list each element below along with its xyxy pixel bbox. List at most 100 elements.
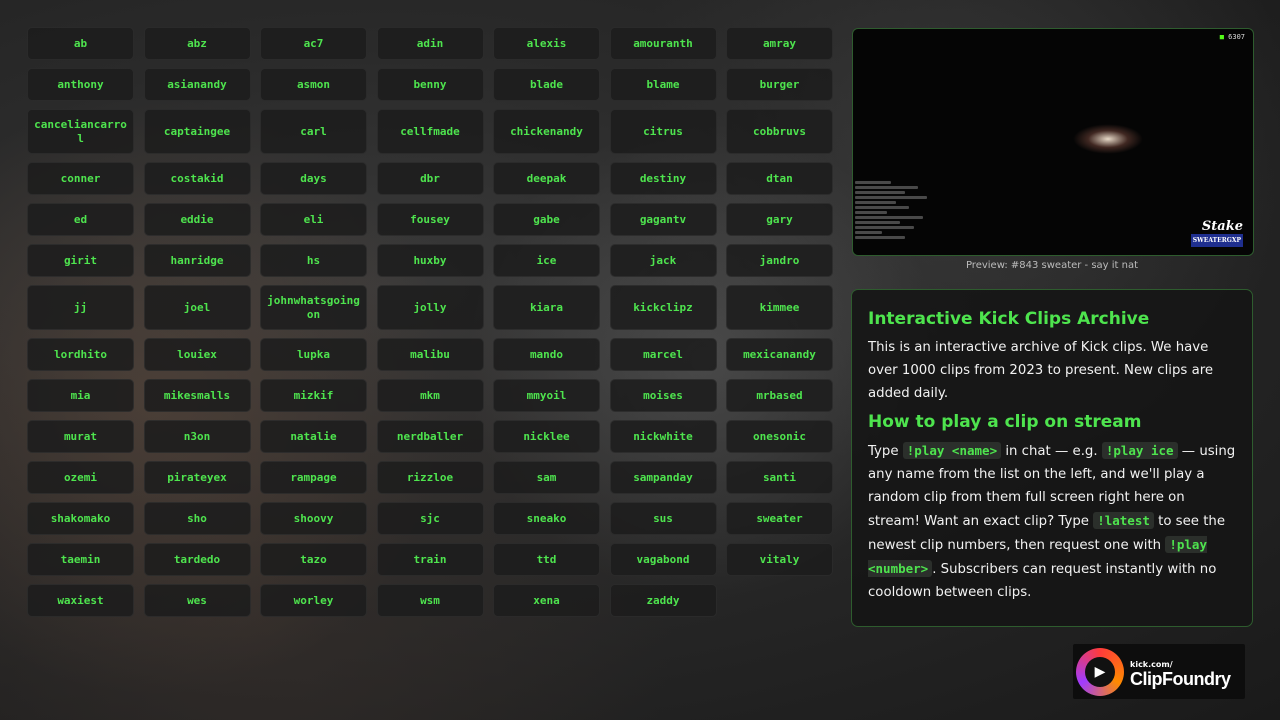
clip-name-button[interactable]: xena <box>493 584 600 617</box>
clip-name-button[interactable]: tardedo <box>143 543 251 576</box>
clip-name-button[interactable]: jj <box>27 285 134 330</box>
clip-name-button[interactable]: sus <box>609 502 717 535</box>
clip-name-button[interactable]: johnwhatsgoingon <box>260 285 367 330</box>
clip-name-button[interactable]: wes <box>143 584 251 617</box>
clip-name-button[interactable]: jolly <box>376 285 484 330</box>
clip-name-button[interactable]: nickwhite <box>609 420 717 453</box>
clip-name-button[interactable]: sjc <box>376 502 484 535</box>
clip-name-button[interactable]: natalie <box>260 420 367 453</box>
clip-name-button[interactable]: rizzloe <box>376 461 484 494</box>
clip-name-button[interactable]: zaddy <box>609 584 717 617</box>
clip-name-button[interactable]: jandro <box>726 244 833 277</box>
clip-name-button[interactable]: mizkif <box>260 379 367 412</box>
clip-name-button[interactable]: dbr <box>376 162 484 195</box>
clip-name-button[interactable]: asianandy <box>143 68 251 101</box>
clip-name-button[interactable]: sweater <box>726 502 833 535</box>
clip-name-button[interactable]: shakomako <box>27 502 134 535</box>
clip-name-button[interactable]: ice <box>493 244 600 277</box>
clip-name-button[interactable]: adin <box>376 27 484 60</box>
clip-name-button[interactable]: taemin <box>27 543 134 576</box>
clip-name-button[interactable]: girit <box>27 244 134 277</box>
clip-name-button[interactable]: canceliancarrol <box>27 109 134 154</box>
clip-name-button[interactable]: wsm <box>376 584 484 617</box>
clip-name-button[interactable]: gary <box>726 203 833 236</box>
clip-name-button[interactable]: mkm <box>376 379 484 412</box>
clip-name-button[interactable]: anthony <box>27 68 134 101</box>
clip-name-button[interactable]: nerdballer <box>376 420 484 453</box>
clip-name-button[interactable]: marcel <box>609 338 717 371</box>
clip-name-button[interactable]: citrus <box>609 109 717 154</box>
clip-name-button[interactable]: jack <box>609 244 717 277</box>
clip-name-button[interactable]: mexicanandy <box>726 338 833 371</box>
clip-name-button[interactable]: sam <box>493 461 600 494</box>
clip-name-button[interactable]: mando <box>493 338 600 371</box>
clip-name-button[interactable]: n3on <box>143 420 251 453</box>
clip-name-button[interactable]: tazo <box>260 543 367 576</box>
clip-name-button[interactable]: mmyoil <box>493 379 600 412</box>
clip-name-button[interactable]: moises <box>609 379 717 412</box>
clip-name-button[interactable]: train <box>376 543 484 576</box>
clip-name-button[interactable]: sho <box>143 502 251 535</box>
clip-name-button[interactable]: sneako <box>493 502 600 535</box>
clip-name-button[interactable]: worley <box>260 584 367 617</box>
clip-name-button[interactable]: mia <box>27 379 134 412</box>
clip-preview-video[interactable]: ■ 6307 Stake SWEATERGXP <box>852 28 1254 256</box>
clip-name-button[interactable]: huxby <box>376 244 484 277</box>
clip-name-button[interactable]: santi <box>726 461 833 494</box>
clip-name-button[interactable]: hs <box>260 244 367 277</box>
clip-name-button[interactable]: mrbased <box>726 379 833 412</box>
clip-name-button[interactable]: onesonic <box>726 420 833 453</box>
clip-name-button[interactable]: waxiest <box>27 584 134 617</box>
clip-name-button[interactable]: joel <box>143 285 251 330</box>
clip-name-button[interactable]: abz <box>143 27 251 60</box>
clip-name-button[interactable]: kimmee <box>726 285 833 330</box>
clip-name-button[interactable]: carl <box>260 109 367 154</box>
clip-name-button[interactable]: blade <box>493 68 600 101</box>
clip-name-button[interactable]: eddie <box>143 203 251 236</box>
clip-name-button[interactable]: asmon <box>260 68 367 101</box>
clip-name-button[interactable]: benny <box>376 68 484 101</box>
clip-name-button[interactable]: conner <box>27 162 134 195</box>
clip-name-button[interactable]: rampage <box>260 461 367 494</box>
clip-name-button[interactable]: gabe <box>493 203 600 236</box>
clip-name-button[interactable]: lordhito <box>27 338 134 371</box>
clip-name-button[interactable]: costakid <box>143 162 251 195</box>
clip-name-button[interactable]: fousey <box>376 203 484 236</box>
clip-name-button[interactable]: louiex <box>143 338 251 371</box>
clip-name-button[interactable]: pirateyex <box>143 461 251 494</box>
clip-name-button[interactable]: ac7 <box>260 27 367 60</box>
clip-name-button[interactable]: burger <box>726 68 833 101</box>
clip-name-button[interactable]: blame <box>609 68 717 101</box>
clip-name-button[interactable]: amray <box>726 27 833 60</box>
clip-name-button[interactable]: lupka <box>260 338 367 371</box>
clip-name-button[interactable]: cellfmade <box>376 109 484 154</box>
clip-name-button[interactable]: cobbruvs <box>726 109 833 154</box>
clip-name-button[interactable]: captaingee <box>143 109 251 154</box>
clip-name-button[interactable]: malibu <box>376 338 484 371</box>
clip-name-button[interactable]: murat <box>27 420 134 453</box>
clip-name-button[interactable]: vagabond <box>609 543 717 576</box>
clip-name-button[interactable]: gagantv <box>609 203 717 236</box>
how-to-text: Type !play <name> in chat — e.g. !play i… <box>868 442 1236 600</box>
clip-name-button[interactable]: amouranth <box>609 27 717 60</box>
clip-name-button[interactable]: vitaly <box>726 543 833 576</box>
clip-name-button[interactable]: alexis <box>493 27 600 60</box>
clip-name-button[interactable]: ozemi <box>27 461 134 494</box>
clip-name-button[interactable]: mikesmalls <box>143 379 251 412</box>
command-play-ice: !play ice <box>1101 442 1178 459</box>
clip-name-button[interactable]: sampanday <box>609 461 717 494</box>
clip-name-button[interactable]: deepak <box>493 162 600 195</box>
clip-name-button[interactable]: kiara <box>493 285 600 330</box>
clip-name-button[interactable]: ttd <box>493 543 600 576</box>
clip-name-button[interactable]: chickenandy <box>493 109 600 154</box>
clip-name-button[interactable]: eli <box>260 203 367 236</box>
clip-name-button[interactable]: shoovy <box>260 502 367 535</box>
clip-name-button[interactable]: nicklee <box>493 420 600 453</box>
clip-name-button[interactable]: ab <box>27 27 134 60</box>
clip-name-button[interactable]: dtan <box>726 162 833 195</box>
clip-name-button[interactable]: hanridge <box>143 244 251 277</box>
clip-name-button[interactable]: destiny <box>609 162 717 195</box>
clip-name-button[interactable]: kickclipz <box>609 285 717 330</box>
clip-name-button[interactable]: ed <box>27 203 134 236</box>
clip-name-button[interactable]: days <box>260 162 367 195</box>
